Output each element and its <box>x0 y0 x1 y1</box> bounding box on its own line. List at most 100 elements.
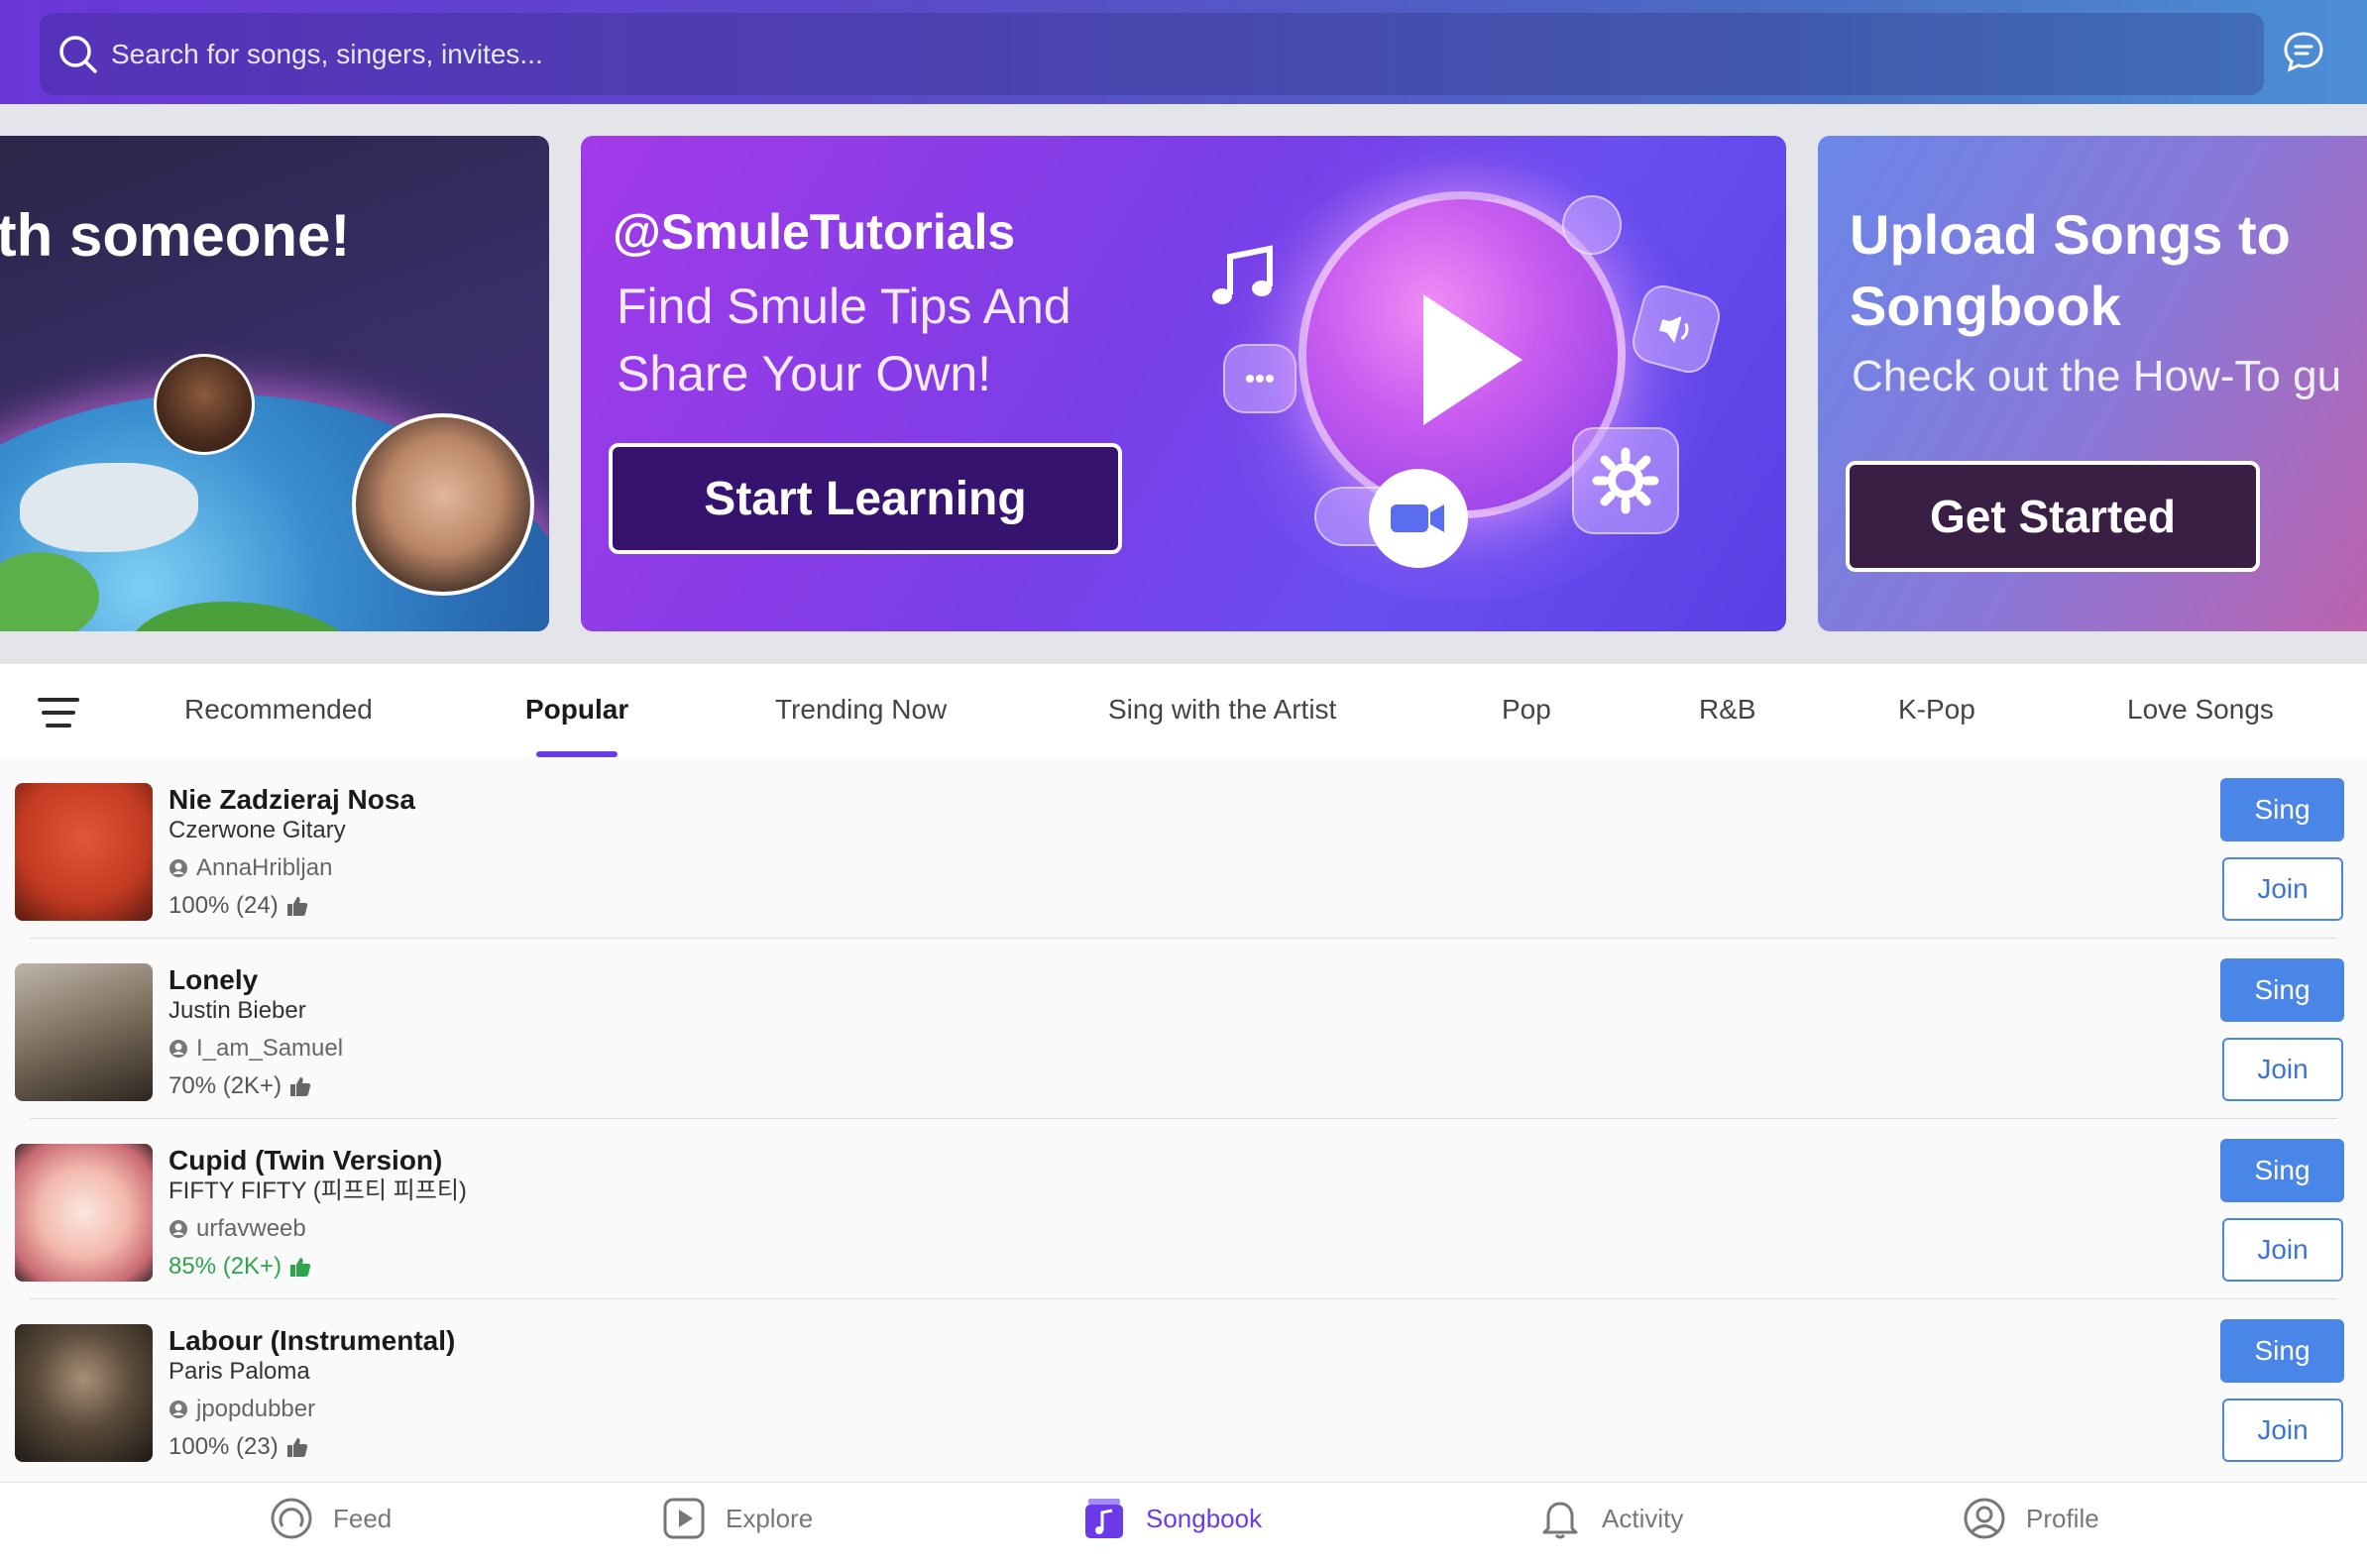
nav-label: Songbook <box>1146 1503 1263 1533</box>
nav-explore[interactable]: Explore <box>662 1497 813 1540</box>
sing-button[interactable]: Sing <box>2220 1139 2344 1202</box>
list-item[interactable]: Nie Zadzieraj Nosa Czerwone Gitary AnnaH… <box>0 758 2367 939</box>
uploader-name[interactable]: AnnaHribljan <box>196 854 332 882</box>
banner-smule-tutorials[interactable]: @SmuleTutorials Find Smule Tips And Shar… <box>581 136 1786 631</box>
banner-title-line1: Upload Songs to <box>1850 203 2291 266</box>
songbook-icon <box>1082 1497 1126 1540</box>
search-bar[interactable]: Search for songs, singers, invites... <box>40 13 2264 95</box>
song-cover <box>15 783 153 921</box>
song-title: Nie Zadzieraj Nosa <box>169 784 415 815</box>
avatar <box>352 413 534 596</box>
tab-sing-with-the-artist[interactable]: Sing with the Artist <box>1108 694 1336 726</box>
gear-icon <box>1572 427 1679 534</box>
song-cover <box>15 1324 153 1462</box>
song-rating: 70% (2K+) <box>169 1072 343 1100</box>
search-placeholder[interactable]: Search for songs, singers, invites... <box>111 39 543 70</box>
list-item[interactable]: Labour (Instrumental) Paris Paloma jpopd… <box>0 1299 2367 1480</box>
song-title: Lonely <box>169 964 259 995</box>
explore-icon <box>662 1497 706 1540</box>
song-uploader: urfavweeb <box>169 1215 467 1243</box>
video-camera-icon <box>1369 469 1468 568</box>
nav-label: Profile <box>2026 1503 2099 1533</box>
song-title: Labour (Instrumental) <box>169 1325 456 1356</box>
song-uploader: I_am_Samuel <box>169 1035 343 1063</box>
filter-menu-icon[interactable] <box>38 690 83 735</box>
nav-label: Feed <box>333 1503 393 1533</box>
uploader-name[interactable]: urfavweeb <box>196 1215 306 1243</box>
start-learning-button[interactable]: Start Learning <box>609 443 1122 554</box>
banner-subtitle: Find Smule Tips And Share Your Own! <box>617 279 1071 401</box>
song-artist: Justin Bieber <box>169 997 306 1024</box>
uploader-name[interactable]: I_am_Samuel <box>196 1035 343 1063</box>
rating-value: 100% (24) <box>169 892 279 919</box>
tab-love-songs[interactable]: Love Songs <box>2127 694 2274 726</box>
song-uploader: jpopdubber <box>169 1396 455 1423</box>
uploader-name[interactable]: jpopdubber <box>196 1396 315 1423</box>
song-cover <box>15 1144 153 1282</box>
join-button[interactable]: Join <box>2222 857 2343 921</box>
song-uploader: AnnaHribljan <box>169 854 415 882</box>
tab-trending-now[interactable]: Trending Now <box>775 694 947 726</box>
tab-pop[interactable]: Pop <box>1502 694 1551 726</box>
avatar <box>154 354 255 455</box>
thumbs-up-icon <box>286 1436 308 1458</box>
join-button[interactable]: Join <box>2222 1399 2343 1462</box>
thumbs-up-icon <box>289 1075 311 1097</box>
song-rating: 85% (2K+) <box>169 1253 467 1281</box>
sing-button[interactable]: Sing <box>2220 1319 2344 1383</box>
top-header: Search for songs, singers, invites... <box>0 0 2367 104</box>
profile-icon <box>1963 1497 2006 1540</box>
active-tab-indicator <box>536 751 618 757</box>
song-artist: FIFTY FIFTY (피프티 피프티) <box>169 1177 467 1204</box>
nav-feed[interactable]: Feed <box>270 1497 392 1540</box>
song-artist: Paris Paloma <box>169 1358 310 1385</box>
chat-icon[interactable] <box>2280 28 2327 75</box>
song-rating: 100% (24) <box>169 892 415 920</box>
bottom-navigation: Feed Explore Songbook Activity Profile <box>0 1482 2367 1568</box>
join-button[interactable]: Join <box>2222 1038 2343 1101</box>
tab-popular[interactable]: Popular <box>525 694 628 726</box>
song-title: Cupid (Twin Version) <box>169 1145 443 1176</box>
banner-carousel: ith someone! @SmuleTutorials Find Smule … <box>0 104 2367 664</box>
song-rating: 100% (23) <box>169 1433 455 1461</box>
thumbs-up-icon <box>289 1256 311 1278</box>
nav-songbook[interactable]: Songbook <box>1082 1497 1262 1540</box>
sing-button[interactable]: Sing <box>2220 958 2344 1022</box>
rating-value: 70% (2K+) <box>169 1072 282 1099</box>
banner-title: Upload Songs to Songbook <box>1850 199 2291 342</box>
song-cover <box>15 963 153 1101</box>
banner-subtitle: Check out the How-To gu <box>1852 352 2342 400</box>
banner-title-line2: Songbook <box>1850 275 2121 337</box>
user-icon <box>169 1039 188 1059</box>
banner-title: ith someone! <box>0 202 351 269</box>
banner-upload-songs[interactable]: Upload Songs to Songbook Check out the Ho… <box>1818 136 2367 631</box>
music-note-icon <box>1200 235 1290 324</box>
rating-value: 100% (23) <box>169 1433 279 1460</box>
rating-value: 85% (2K+) <box>169 1253 282 1280</box>
tab-rnb[interactable]: R&B <box>1699 694 1756 726</box>
category-tabs: Recommended Popular Trending Now Sing wi… <box>0 664 2367 758</box>
play-icon <box>1423 294 1522 425</box>
tab-kpop[interactable]: K-Pop <box>1898 694 1975 726</box>
list-item[interactable]: Lonely Justin Bieber I_am_Samuel 70% (2K… <box>0 939 2367 1119</box>
nav-profile[interactable]: Profile <box>1963 1497 2099 1540</box>
song-artist: Czerwone Gitary <box>169 817 346 843</box>
user-icon <box>169 1219 188 1239</box>
join-button[interactable]: Join <box>2222 1218 2343 1282</box>
thumbs-up-icon <box>286 895 308 917</box>
sing-button[interactable]: Sing <box>2220 778 2344 841</box>
tab-recommended[interactable]: Recommended <box>184 694 373 726</box>
song-list: Nie Zadzieraj Nosa Czerwone Gitary AnnaH… <box>0 758 2367 1482</box>
nav-activity[interactable]: Activity <box>1538 1497 1683 1540</box>
banner-handle: @SmuleTutorials <box>613 204 1016 260</box>
chat-bubble-icon <box>1223 344 1296 413</box>
globe-land <box>20 463 198 552</box>
get-started-button[interactable]: Get Started <box>1846 461 2260 572</box>
eye-icon <box>1562 195 1622 255</box>
nav-label: Explore <box>726 1503 814 1533</box>
feed-icon <box>270 1497 313 1540</box>
banner-sing-with-someone[interactable]: ith someone! <box>0 136 549 631</box>
nav-label: Activity <box>1602 1503 1684 1533</box>
list-item[interactable]: Cupid (Twin Version) FIFTY FIFTY (피프티 피프… <box>0 1119 2367 1299</box>
user-icon <box>169 858 188 878</box>
